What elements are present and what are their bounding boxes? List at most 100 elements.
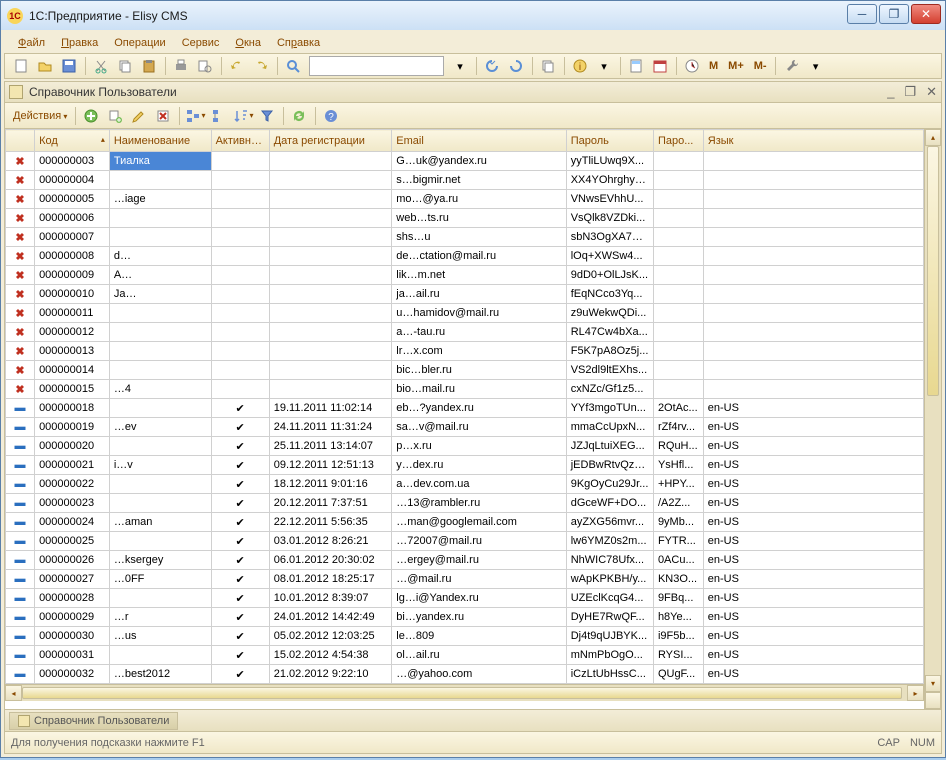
minimize-button[interactable]: ─: [847, 4, 877, 24]
paste-icon[interactable]: [138, 55, 160, 77]
table-row[interactable]: ✖000000014bic…bler.ruVS2dl9ltEXhs...: [6, 361, 924, 380]
table-row[interactable]: ▬000000020✔25.11.2011 13:14:07p…x.ruJZJq…: [6, 437, 924, 456]
search-dropdown-icon[interactable]: ▾: [449, 55, 471, 77]
col-name[interactable]: Наименование: [109, 130, 211, 152]
separator: [561, 55, 567, 77]
separator: [176, 105, 182, 127]
col-active[interactable]: Активный: [211, 130, 269, 152]
calc-icon[interactable]: [625, 55, 647, 77]
table-row[interactable]: ✖000000004s…bigmir.netXX4YOhrghyo...: [6, 171, 924, 190]
table-row[interactable]: ▬000000027…0FF✔08.01.2012 18:25:17…@mail…: [6, 570, 924, 589]
table-row[interactable]: ✖000000006web…ts.ruVsQlk8VZDki...: [6, 209, 924, 228]
table-row[interactable]: ▬000000018✔19.11.2011 11:02:14eb…?yandex…: [6, 399, 924, 418]
table-row[interactable]: ▬000000023✔20.12.2011 7:37:51…13@rambler…: [6, 494, 924, 513]
table-row[interactable]: ▬000000022✔18.12.2011 9:01:16a…dev.com.u…: [6, 475, 924, 494]
print-preview-icon[interactable]: [194, 55, 216, 77]
vertical-scrollbar[interactable]: ▴▾: [924, 129, 941, 709]
col-marker[interactable]: [6, 130, 35, 152]
cut-icon[interactable]: [90, 55, 112, 77]
menu-file[interactable]: Файл: [12, 35, 51, 51]
table-row[interactable]: ▬000000030…us✔05.02.2012 12:03:25le…809D…: [6, 627, 924, 646]
mminus-button[interactable]: M-: [750, 55, 771, 77]
table-row[interactable]: ✖000000012a…-tau.ruRL47Cw4bXa...: [6, 323, 924, 342]
help-icon[interactable]: ?: [320, 105, 342, 127]
separator: [312, 105, 318, 127]
wrench-icon[interactable]: [781, 55, 803, 77]
close-button[interactable]: ✕: [911, 4, 941, 24]
table-row[interactable]: ▬000000032…best2012✔21.02.2012 9:22:10…@…: [6, 665, 924, 684]
active-icon: ▬: [14, 535, 26, 547]
hierarchy2-icon[interactable]: [208, 105, 230, 127]
nav-back-icon[interactable]: [481, 55, 503, 77]
taskbar-tab[interactable]: Справочник Пользователи: [9, 712, 178, 730]
table-row[interactable]: ✖000000008d…de…ctation@mail.rulOq+XWSw4.…: [6, 247, 924, 266]
copy2-icon[interactable]: [537, 55, 559, 77]
separator: [274, 55, 280, 77]
panel-toolbar: Действия ?: [4, 103, 942, 129]
maximize-button[interactable]: ❐: [879, 4, 909, 24]
col-lang[interactable]: Язык: [703, 130, 923, 152]
table-row[interactable]: ▬000000019…ev✔24.11.2011 11:31:24sa…v@ma…: [6, 418, 924, 437]
copy-icon[interactable]: [114, 55, 136, 77]
hierarchy-icon[interactable]: [184, 105, 206, 127]
search-input[interactable]: [309, 56, 444, 76]
table-row[interactable]: ▬000000026…ksergey✔06.01.2012 20:30:02…e…: [6, 551, 924, 570]
table-row[interactable]: ✖000000009A…lik…m.net9dD0+OlLJsK...: [6, 266, 924, 285]
table-row[interactable]: ▬000000028✔10.01.2012 8:39:07lg…i@Yandex…: [6, 589, 924, 608]
menu-help[interactable]: Справка: [271, 35, 326, 51]
m-button[interactable]: M: [705, 55, 722, 77]
deleted-icon: ✖: [14, 174, 26, 186]
panel-minimize-button[interactable]: _: [887, 84, 894, 100]
save-icon[interactable]: [58, 55, 80, 77]
menu-edit[interactable]: Правка: [55, 35, 104, 51]
col-code[interactable]: Код ▴: [35, 130, 110, 152]
table-row[interactable]: ✖000000011u…hamidov@mail.ruz9uWekwQDi...: [6, 304, 924, 323]
sort-icon[interactable]: [232, 105, 254, 127]
table-row[interactable]: ✖000000003ТиалкаG…uk@yandex.ruyyTliLUwq9…: [6, 152, 924, 171]
wrench-dropdown-icon[interactable]: ▾: [805, 55, 827, 77]
col-regdate[interactable]: Дата регистрации: [269, 130, 392, 152]
table-row[interactable]: ✖000000015…4bio…mail.rucxNZc/Gf1z5...: [6, 380, 924, 399]
clock-icon[interactable]: [681, 55, 703, 77]
edit-icon[interactable]: [128, 105, 150, 127]
delete-icon[interactable]: [152, 105, 174, 127]
refresh-icon[interactable]: [288, 105, 310, 127]
table-row[interactable]: ▬000000024…aman✔22.12.2011 5:56:35…man@g…: [6, 513, 924, 532]
menu-windows[interactable]: Окна: [229, 35, 267, 51]
table-row[interactable]: ▬000000031✔15.02.2012 4:54:38ol…ail.rumN…: [6, 646, 924, 665]
window-taskbar: Справочник Пользователи: [4, 710, 942, 732]
menu-ops[interactable]: Операции: [108, 35, 171, 51]
redo-icon[interactable]: [250, 55, 272, 77]
table-row[interactable]: ✖000000007shs…usbN3OgXA7Q...: [6, 228, 924, 247]
active-icon: ▬: [14, 459, 26, 471]
table-row[interactable]: ✖000000013lr…x.comF5K7pA8Oz5j...: [6, 342, 924, 361]
svg-text:?: ?: [329, 112, 335, 123]
table-row[interactable]: ▬000000025✔03.01.2012 8:26:21…72007@mail…: [6, 532, 924, 551]
open-icon[interactable]: [34, 55, 56, 77]
mplus-button[interactable]: M+: [724, 55, 748, 77]
add-icon[interactable]: [80, 105, 102, 127]
col-pwd2[interactable]: Паро...: [653, 130, 703, 152]
deleted-icon: ✖: [14, 269, 26, 281]
undo-icon[interactable]: [226, 55, 248, 77]
col-email[interactable]: Email: [392, 130, 566, 152]
print-icon[interactable]: [170, 55, 192, 77]
filter-icon[interactable]: [256, 105, 278, 127]
table-row[interactable]: ▬000000029…r✔24.01.2012 14:42:49bi…yande…: [6, 608, 924, 627]
search-icon[interactable]: [282, 55, 304, 77]
new-doc-icon[interactable]: [10, 55, 32, 77]
actions-dropdown[interactable]: Действия: [9, 110, 71, 122]
table-row[interactable]: ✖000000010Ja…ja…ail.rufEqNCco3Yq...: [6, 285, 924, 304]
calendar-icon[interactable]: [649, 55, 671, 77]
horizontal-scrollbar[interactable]: ◂▸: [5, 684, 924, 701]
table-row[interactable]: ✖000000005…iagemo…@ya.ruVNwsEVhhU...: [6, 190, 924, 209]
menu-service[interactable]: Сервис: [176, 35, 226, 51]
table-row[interactable]: ▬000000021i…v✔09.12.2011 12:51:13y…dex.r…: [6, 456, 924, 475]
add-copy-icon[interactable]: [104, 105, 126, 127]
panel-restore-button[interactable]: ❐: [904, 84, 916, 100]
info-dropdown-icon[interactable]: ▾: [593, 55, 615, 77]
panel-close-button[interactable]: ✕: [926, 84, 937, 100]
col-pwd[interactable]: Пароль: [566, 130, 653, 152]
info-icon[interactable]: i: [569, 55, 591, 77]
nav-fwd-icon[interactable]: [505, 55, 527, 77]
